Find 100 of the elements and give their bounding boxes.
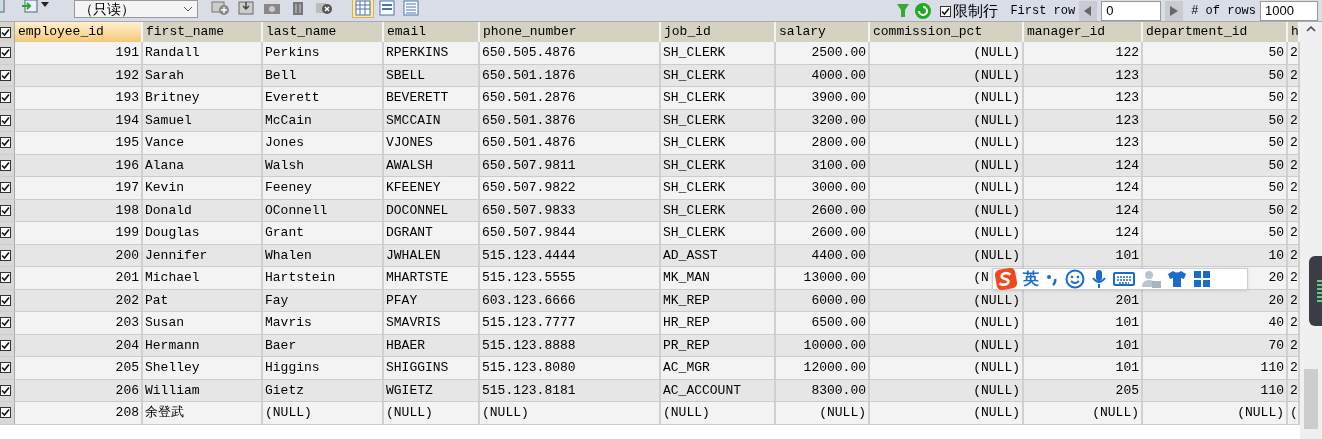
microphone-icon[interactable] — [1091, 269, 1107, 289]
row-checkbox[interactable] — [0, 69, 11, 81]
row-checkbox[interactable] — [0, 339, 11, 351]
row-checkbox[interactable] — [0, 159, 11, 171]
table-cell: 110 — [1260, 382, 1284, 398]
table-cell: 50 — [1268, 135, 1284, 150]
add-row-icon[interactable] — [210, 0, 230, 16]
row-checkbox[interactable] — [0, 137, 11, 149]
row-checkbox[interactable] — [0, 182, 11, 194]
row-checkbox[interactable] — [0, 317, 11, 329]
table-cell: 3100.00 — [811, 157, 866, 173]
table-cell: Whalen — [265, 247, 312, 263]
table-cell: 205 — [1115, 382, 1139, 398]
scroll-up-icon[interactable] — [1305, 24, 1317, 34]
save-icon[interactable] — [236, 0, 256, 16]
table-cell: Pat — [145, 292, 169, 308]
table-cell: 123 — [1115, 135, 1139, 150]
table-cell: Fay — [265, 292, 289, 308]
table-cell: Feeney — [265, 180, 312, 195]
table-cell: Shelley — [145, 360, 200, 375]
table-cell: 201 — [1115, 292, 1139, 308]
table-cell: (NULL) — [973, 405, 1020, 420]
table-cell: 50 — [1268, 202, 1284, 218]
column-header[interactable]: phone_number — [480, 22, 661, 42]
next-button[interactable] — [1165, 1, 1184, 21]
grid-menu-icon[interactable] — [1193, 270, 1211, 288]
cancel-icon[interactable] — [314, 0, 334, 16]
right-arrow-icon — [1170, 6, 1179, 16]
table-cell: 203 — [115, 315, 139, 330]
column-header[interactable]: job_id — [661, 22, 776, 42]
table-cell: 206 — [115, 382, 139, 398]
table-cell: 50 — [1268, 90, 1284, 105]
column-header[interactable]: manager_id — [1024, 22, 1143, 42]
table-cell: Hermann — [145, 337, 200, 353]
ime-logo-icon[interactable] — [995, 268, 1017, 290]
table-cell: (NULL) — [663, 405, 710, 420]
select-all-checkbox[interactable] — [0, 26, 11, 38]
table-cell: 50 — [1268, 225, 1284, 240]
row-checkbox[interactable] — [0, 114, 11, 126]
table-cell: (NULL) — [973, 292, 1020, 308]
table-cell: 650.501.4876 — [482, 135, 576, 150]
table-cell: 余登武 — [145, 405, 184, 420]
table-cell: Randall — [145, 45, 200, 60]
table-cell: 199 — [115, 225, 139, 240]
row-checkbox[interactable] — [0, 272, 11, 284]
row-checkbox[interactable] — [0, 294, 11, 306]
row-checkbox[interactable] — [0, 92, 11, 104]
column-header[interactable]: h — [1288, 22, 1300, 42]
first-row-field[interactable]: 0 — [1101, 1, 1162, 21]
row-count-field[interactable]: 1000 — [1260, 1, 1318, 21]
table-cell: 650.507.9822 — [482, 180, 576, 195]
table-cell: (NULL) — [973, 90, 1020, 105]
table-cell: (NULL) — [973, 360, 1020, 375]
table-cell: 2 — [1290, 382, 1298, 398]
table-cell: 515.123.4444 — [482, 247, 576, 263]
shirt-icon[interactable] — [1167, 270, 1187, 288]
row-checkbox[interactable] — [0, 249, 11, 261]
mode-select[interactable]: （只读） — [74, 0, 198, 18]
row-checkbox[interactable] — [0, 227, 11, 239]
table-cell: (NULL) — [973, 67, 1020, 83]
table-cell: 2 — [1290, 202, 1298, 218]
column-header[interactable]: salary — [776, 22, 870, 42]
row-checkbox[interactable] — [0, 47, 11, 59]
table-cell: 124 — [1115, 180, 1139, 195]
table-cell: 50 — [1268, 157, 1284, 173]
row-checkbox[interactable] — [0, 384, 11, 396]
grid-view-icon[interactable] — [352, 0, 374, 18]
table-cell: William — [145, 382, 200, 398]
language-toggle[interactable]: 英 — [1023, 267, 1039, 291]
table-cell: SH_CLERK — [663, 157, 726, 173]
column-header[interactable]: employee_id — [15, 22, 143, 42]
chevron-down-icon[interactable] — [183, 6, 193, 12]
column-header[interactable]: department_id — [1143, 22, 1288, 42]
scrollbar[interactable] — [1300, 22, 1322, 439]
table-cell: 650.501.3876 — [482, 112, 576, 128]
column-header[interactable]: first_name — [143, 22, 263, 42]
form-view-icon[interactable] — [376, 0, 398, 18]
keyboard-icon[interactable] — [1113, 271, 1135, 287]
previous-button[interactable] — [1079, 1, 1098, 21]
column-header[interactable]: commission_pct — [870, 22, 1024, 42]
table-cell: PFAY — [386, 292, 418, 308]
table-cell: (NULL) — [973, 180, 1020, 195]
table-cell: HBAER — [386, 337, 425, 353]
refresh-icon[interactable] — [914, 2, 933, 20]
column-header[interactable]: email — [384, 22, 480, 42]
table-cell: Vance — [145, 135, 184, 150]
table-cell: MK_MAN — [663, 270, 710, 285]
table-cell: 101 — [1115, 360, 1139, 375]
table-cell: Susan — [145, 315, 184, 330]
table-cell: 194 — [115, 112, 139, 128]
row-checkbox[interactable] — [0, 362, 11, 374]
table-cell: 50 — [1268, 45, 1284, 60]
table-cell: 2 — [1290, 135, 1298, 150]
smiley-icon[interactable] — [1065, 269, 1085, 289]
limit-rows-checkbox[interactable] — [940, 5, 952, 17]
column-header[interactable]: last_name — [263, 22, 384, 42]
table-cell: 122 — [1115, 45, 1139, 60]
row-checkbox[interactable] — [0, 204, 11, 216]
row-checkbox[interactable] — [0, 407, 11, 419]
scroll-thumb[interactable] — [1304, 369, 1318, 429]
